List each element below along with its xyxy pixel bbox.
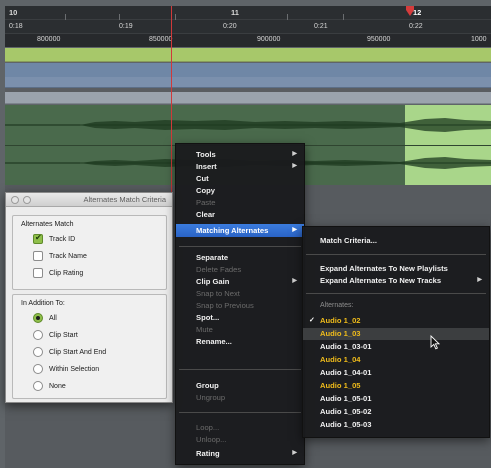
submenu-arrow-icon: ▶ — [292, 151, 297, 157]
menu-separator — [179, 412, 301, 413]
clip-context-menu: Tools ▶ Insert ▶ Cut Copy Paste Clear Matc… — [175, 143, 305, 465]
menu-item-rename[interactable]: Rename... — [176, 336, 304, 347]
menu-item-rating[interactable]: Rating ▶ — [176, 448, 304, 459]
menu-item-group[interactable]: Group — [176, 380, 304, 391]
menu-item-match-criteria[interactable]: Match Criteria... — [303, 235, 489, 246]
checkbox-icon[interactable] — [33, 268, 43, 278]
bar-label: 10 — [9, 8, 18, 17]
alternates-heading: Alternates: — [320, 302, 354, 309]
menu-item-delete-fades: Delete Fades — [196, 265, 242, 274]
submenu-arrow-icon: ▶ — [292, 450, 297, 456]
submenu-arrow-icon: ▶ — [477, 277, 482, 283]
submenu-arrow-icon: ▶ — [292, 278, 297, 284]
menu-separator — [179, 246, 301, 247]
alternate-item[interactable]: Audio 1_04 — [303, 354, 489, 365]
radio-icon[interactable] — [33, 330, 43, 340]
menu-item-expand-tracks[interactable]: Expand Alternates To New Tracks ▶ — [303, 275, 489, 286]
mouse-pointer-icon — [430, 335, 440, 350]
none-radio[interactable]: None — [33, 380, 66, 392]
bars-beats-ruler[interactable]: 10 11 12 — [5, 6, 491, 20]
matching-alternates-submenu: Match Criteria... Expand Alternates To N… — [302, 226, 490, 438]
minsecs-label: 0:21 — [314, 23, 328, 30]
minsecs-label: 0:22 — [409, 23, 423, 30]
clip-start-radio[interactable]: Clip Start — [33, 329, 78, 341]
in-addition-to-group: In Addition To: All Clip Start Clip Star… — [12, 294, 167, 399]
menu-item-paste: Paste — [196, 198, 216, 207]
samples-label: 1000 — [471, 36, 487, 43]
tempo-lane[interactable] — [5, 63, 491, 77]
menu-item-expand-playlists[interactable]: Expand Alternates To New Playlists — [303, 263, 489, 274]
samples-label: 900000 — [257, 36, 281, 43]
alternate-item[interactable]: ✓ Audio 1_02 — [303, 315, 489, 326]
window-titlebar[interactable]: Alternates Match Criteria — [6, 193, 172, 207]
bar-label: 12 — [413, 8, 422, 17]
edit-cursor-line — [171, 6, 172, 196]
menu-item-snap-to-next: Snap to Next — [196, 289, 240, 298]
radio-selected-icon[interactable] — [33, 313, 43, 323]
menu-separator — [179, 369, 301, 370]
menu-separator — [306, 293, 486, 294]
track-id-checkbox[interactable]: Track ID — [33, 233, 75, 245]
alternate-item[interactable]: Audio 1_05-03 — [303, 419, 489, 430]
menu-item-insert[interactable]: Insert ▶ — [176, 161, 304, 172]
checkbox-icon[interactable] — [33, 251, 43, 261]
menu-item-unloop: Unloop... — [196, 435, 227, 444]
track-name-checkbox[interactable]: Track Name — [33, 250, 87, 262]
alternates-match-criteria-window: Alternates Match Criteria Alternates Mat… — [5, 192, 173, 403]
alternate-item[interactable]: Audio 1_03-01 — [303, 341, 489, 352]
menu-item-mute: Mute — [196, 325, 213, 334]
menu-item-tools[interactable]: Tools ▶ — [176, 149, 304, 160]
menu-item-clip-gain[interactable]: Clip Gain ▶ — [176, 276, 304, 287]
clip-header-lane[interactable] — [5, 92, 491, 104]
checkmark-icon: ✓ — [309, 317, 315, 324]
radio-icon[interactable] — [33, 381, 43, 391]
minsecs-label: 0:20 — [223, 23, 237, 30]
menu-item-matching-alternates[interactable]: Matching Alternates ▶ — [176, 224, 304, 237]
bar-label: 11 — [231, 8, 239, 17]
meter-lane[interactable] — [5, 77, 491, 88]
alternate-item[interactable]: Audio 1_03 — [303, 328, 489, 340]
menu-item-cut[interactable]: Cut — [176, 173, 304, 184]
samples-label: 850000 — [149, 36, 173, 43]
clip-rating-checkbox[interactable]: Clip Rating — [33, 267, 83, 279]
checkbox-checked-icon[interactable] — [33, 233, 43, 244]
alternate-item[interactable]: Audio 1_05-01 — [303, 393, 489, 404]
window-title: Alternates Match Criteria — [83, 195, 166, 204]
menu-item-spot[interactable]: Spot... — [176, 312, 304, 323]
alternate-item[interactable]: Audio 1_05 — [303, 380, 489, 391]
within-selection-radio[interactable]: Within Selection — [33, 363, 99, 375]
submenu-arrow-icon: ▶ — [292, 227, 297, 233]
menu-item-ungroup: Ungroup — [196, 393, 226, 402]
radio-icon[interactable] — [33, 364, 43, 374]
submenu-arrow-icon: ▶ — [292, 163, 297, 169]
playhead-marker-icon[interactable] — [406, 6, 414, 16]
alternate-item[interactable]: Audio 1_04-01 — [303, 367, 489, 378]
in-addition-to-label: In Addition To: — [21, 300, 65, 307]
menu-item-loop: Loop... — [196, 423, 220, 432]
alternates-match-label: Alternates Match — [21, 221, 74, 228]
menu-item-separate[interactable]: Separate — [176, 252, 304, 263]
minsecs-label: 0:19 — [119, 23, 133, 30]
menu-item-clear[interactable]: Clear — [176, 209, 304, 220]
minsecs-ruler[interactable]: 0:18 0:19 0:20 0:21 0:22 — [5, 20, 491, 34]
all-radio[interactable]: All — [33, 312, 57, 324]
menu-item-snap-to-previous: Snap to Previous — [196, 301, 254, 310]
samples-label: 800000 — [37, 36, 61, 43]
radio-icon[interactable] — [33, 347, 43, 357]
menu-item-copy[interactable]: Copy — [176, 185, 304, 196]
samples-label: 950000 — [367, 36, 391, 43]
samples-ruler[interactable]: 800000 850000 900000 950000 1000 — [5, 34, 491, 47]
clip-start-and-end-radio[interactable]: Clip Start And End — [33, 346, 106, 358]
minsecs-label: 0:18 — [9, 23, 23, 30]
marker-lane[interactable] — [5, 48, 491, 62]
alternate-item[interactable]: Audio 1_05-02 — [303, 406, 489, 417]
menu-separator — [306, 254, 486, 255]
alternates-match-group: Alternates Match Track ID Track Name Cli… — [12, 215, 167, 290]
